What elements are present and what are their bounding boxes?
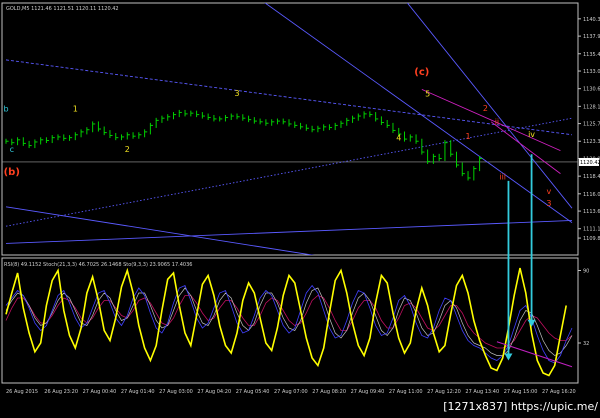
wave-label: b	[3, 105, 8, 114]
trend-line-4	[264, 3, 573, 223]
wave-label: 5	[425, 90, 430, 99]
time-tick-label: 26 Aug 2015	[6, 389, 38, 395]
time-tick-label: 27 Aug 05:40	[236, 389, 270, 395]
time-tick-label: 27 Aug 12:20	[427, 389, 461, 395]
wave-label: iii	[499, 172, 506, 181]
watermark: [1271x837] https://upic.me/	[443, 400, 598, 413]
price-tick-label: 1135.45	[583, 52, 600, 58]
price-tick-label: 1130.60	[583, 87, 600, 93]
wave-label: ii	[495, 118, 499, 127]
wave-label: 4	[396, 134, 401, 143]
wave-label: (c)	[414, 67, 429, 78]
price-tick-label: 1128.15	[583, 104, 600, 110]
price-tick-label: 1123.30	[583, 139, 600, 145]
arrow-head-0	[504, 353, 513, 361]
current-price-label: 1120.42	[580, 160, 600, 166]
time-tick-label: 27 Aug 11:00	[389, 389, 423, 395]
time-tick-label: 27 Aug 15:00	[504, 389, 538, 395]
trend-line-1	[5, 117, 573, 227]
price-frame	[1, 2, 579, 256]
osc-tick-label: 32	[583, 341, 589, 347]
chart-svg: GOLD,M5 1121.46 1121.51 1120.11 1120.42 R…	[1, 2, 600, 395]
trend-line-6	[421, 88, 561, 152]
price-tick-label: 1116.00	[583, 192, 600, 198]
price-tick-label: 1125.75	[583, 122, 600, 128]
stoch-red-line	[5, 295, 573, 349]
price-tick-label: 1111.15	[583, 227, 600, 233]
price-tick-label: 1113.60	[583, 209, 600, 215]
time-tick-label: 27 Aug 08:20	[312, 389, 346, 395]
wave-label: 3	[234, 89, 239, 98]
trend-line-5	[406, 3, 573, 209]
time-tick-label: 27 Aug 16:20	[542, 389, 576, 395]
rsi-line	[5, 267, 567, 377]
osc-tick-label: 90	[583, 269, 589, 275]
price-tick-label: 1109.85	[583, 236, 600, 242]
wave-label: 1	[465, 132, 470, 141]
chart-root: GOLD,M5 1121.46 1121.51 1120.11 1120.42 R…	[0, 0, 600, 414]
wave-label: c	[10, 145, 14, 154]
time-tick-label: 27 Aug 09:40	[351, 389, 385, 395]
wave-label: v	[547, 187, 552, 196]
time-tick-label: 26 Aug 23:20	[44, 389, 78, 395]
trend-line-7	[490, 121, 561, 175]
wave-label: 3	[546, 199, 551, 208]
wave-label: (b)	[4, 167, 20, 178]
wave-label: 1	[73, 105, 78, 114]
price-tick-label: 1137.90	[583, 34, 600, 40]
wave-label: 2	[483, 104, 488, 113]
price-tick-label: 1118.45	[583, 174, 600, 180]
time-tick-label: 27 Aug 13:40	[465, 389, 499, 395]
stoch-white-line	[5, 287, 573, 356]
time-tick-label: 27 Aug 01:40	[121, 389, 155, 395]
price-tick-label: 1133.05	[583, 69, 600, 75]
time-tick-label: 27 Aug 00:40	[83, 389, 117, 395]
stoch-blue-line	[5, 284, 573, 364]
time-tick-label: 27 Aug 03:00	[159, 389, 193, 395]
wave-label: 2	[125, 145, 130, 154]
price-tick-label: 1140.30	[583, 17, 600, 23]
chart-header-title: GOLD,M5 1121.46 1121.51 1120.11 1120.42	[6, 6, 119, 12]
osc-header-label: RSI(8) 49.1152 Stoch(21,3,3) 46.7025 26.…	[4, 262, 192, 268]
time-tick-label: 27 Aug 04:20	[197, 389, 231, 395]
time-tick-label: 27 Aug 07:00	[274, 389, 308, 395]
wave-label: iv	[528, 130, 535, 139]
trend-line-3	[5, 219, 573, 244]
